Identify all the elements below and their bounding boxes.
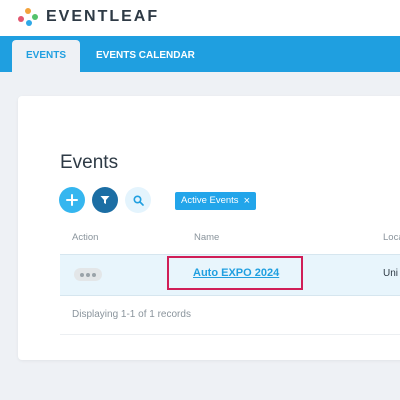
- more-icon: [80, 272, 96, 277]
- tab-events-calendar[interactable]: EVENTS CALENDAR: [96, 40, 195, 72]
- column-header-action: Action: [72, 232, 99, 243]
- column-header-name: Name: [194, 232, 220, 243]
- tab-bar: EVENTS EVENTS CALENDAR: [0, 36, 400, 72]
- events-card: [18, 96, 400, 360]
- active-events-filter-chip: Active Events ×: [175, 192, 256, 210]
- record-count: Displaying 1-1 of 1 records: [72, 309, 191, 320]
- event-name-link[interactable]: Auto EXPO 2024: [193, 267, 279, 279]
- filter-chip-label: Active Events: [181, 195, 239, 206]
- page-title: Events: [60, 152, 119, 173]
- more-actions-button[interactable]: [74, 268, 102, 281]
- tab-events[interactable]: EVENTS: [12, 40, 80, 72]
- search-icon: [132, 194, 144, 206]
- brand-name: EVENTLEAF: [46, 8, 160, 25]
- filter-icon: [100, 196, 110, 204]
- add-event-button[interactable]: [59, 187, 85, 213]
- filter-button[interactable]: [92, 187, 118, 213]
- divider: [60, 334, 400, 335]
- eventleaf-logo-icon: [18, 8, 38, 28]
- event-location: Uni: [383, 268, 399, 279]
- column-header-location: Loca: [383, 232, 400, 243]
- top-bar: EVENTLEAF: [0, 0, 400, 36]
- search-button[interactable]: [125, 187, 151, 213]
- plus-icon: [66, 194, 78, 206]
- close-icon[interactable]: ×: [244, 192, 250, 210]
